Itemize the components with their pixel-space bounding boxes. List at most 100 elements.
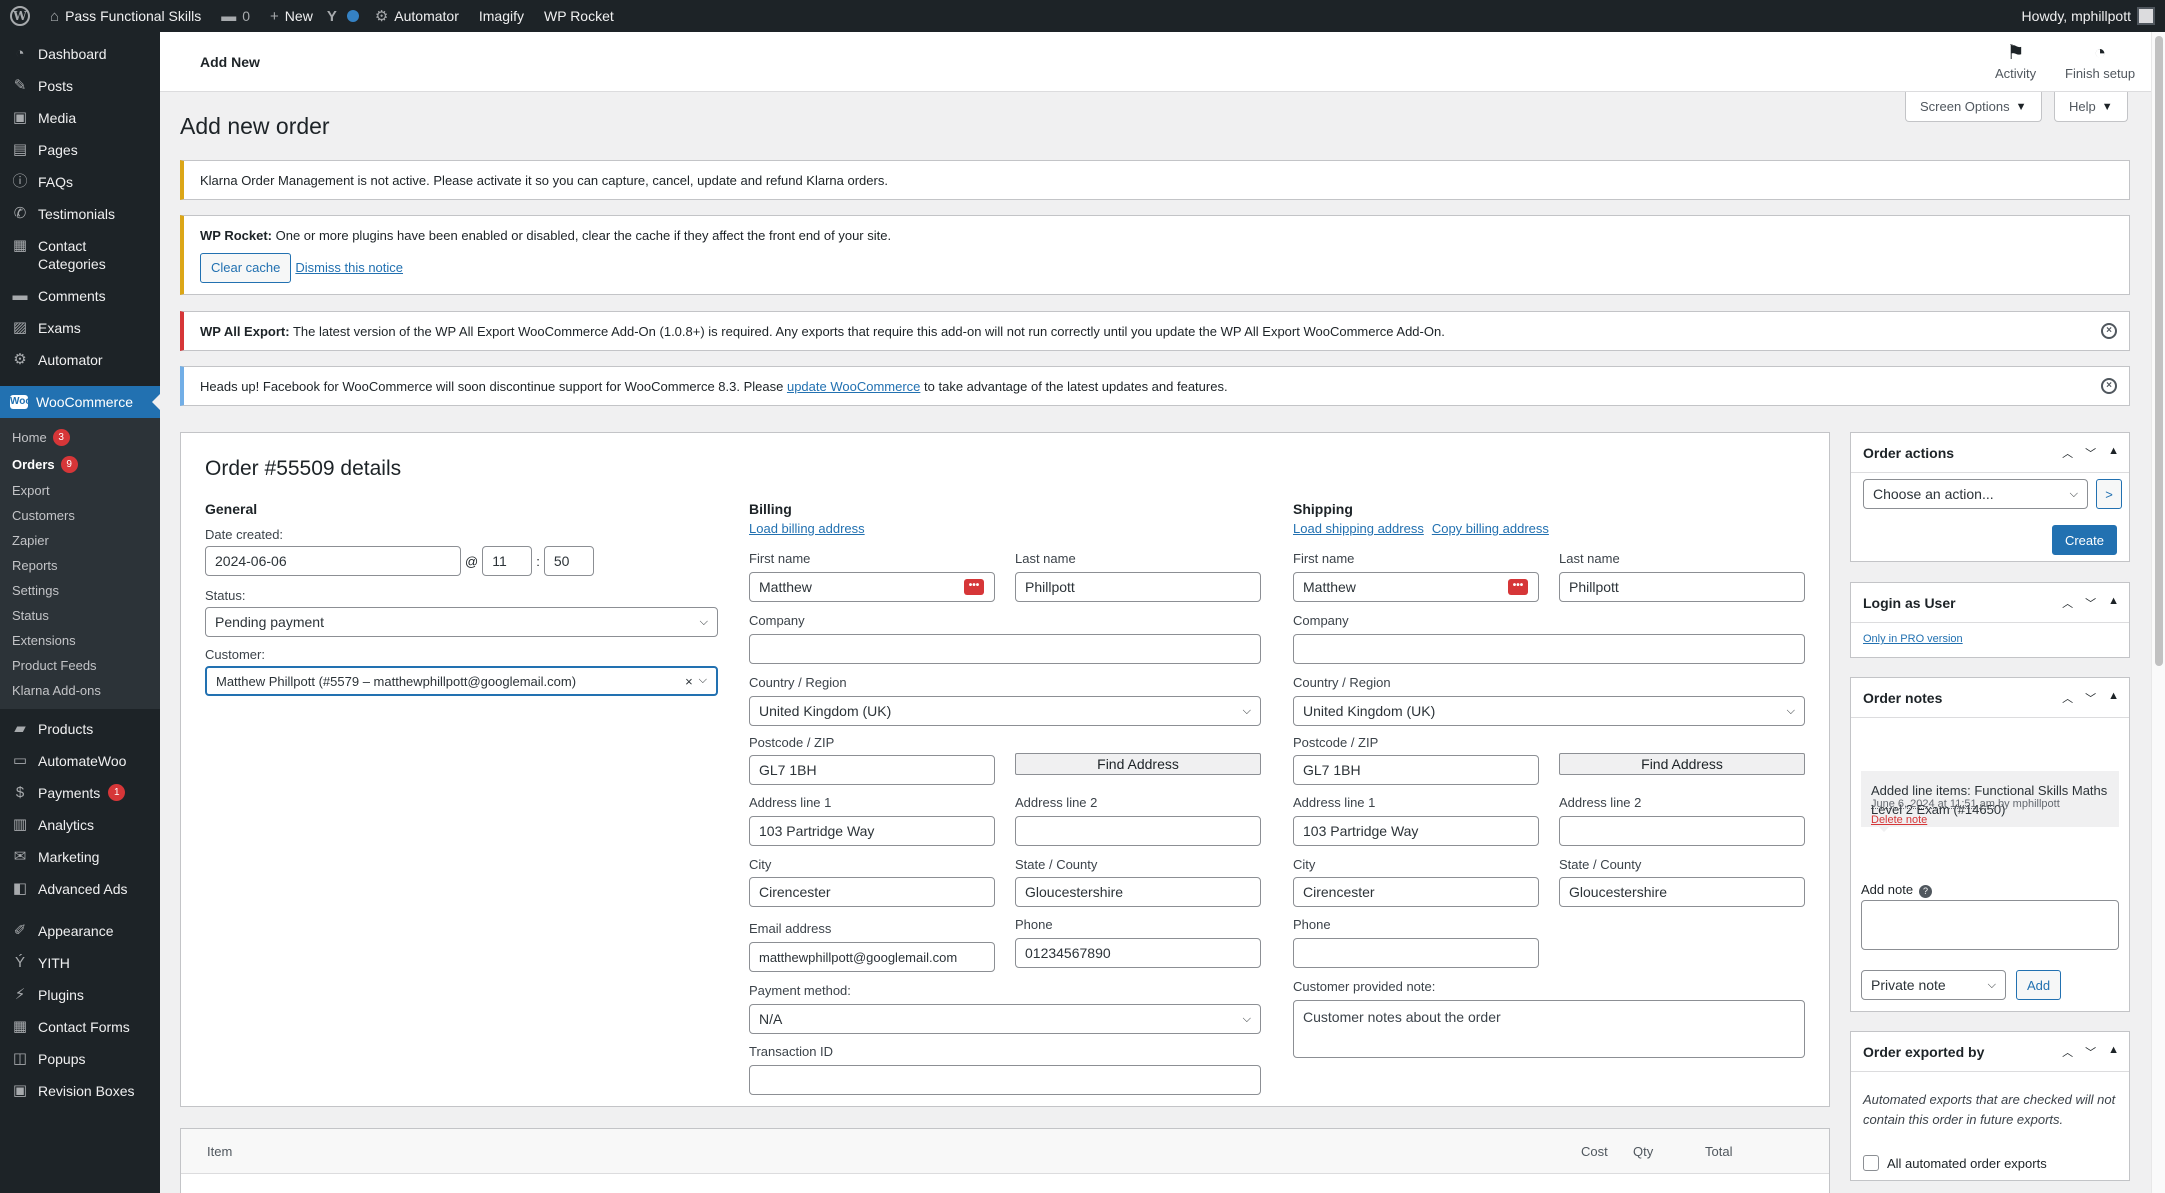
imagify-menu[interactable]: Imagify	[469, 0, 534, 32]
password-manager-icon[interactable]: •••	[964, 579, 984, 595]
submenu-item-extensions[interactable]: Extensions	[0, 628, 160, 653]
wp-logo-menu[interactable]: W	[0, 0, 40, 32]
sidebar-item-exams[interactable]: ▨ Exams	[0, 312, 160, 344]
pro-version-link[interactable]: Only in PRO version	[1863, 633, 1963, 645]
customer-note-textarea[interactable]: Customer notes about the order	[1293, 1000, 1805, 1058]
submenu-item-orders[interactable]: Orders 9	[0, 451, 160, 478]
hour-input[interactable]: 11	[482, 546, 533, 576]
sidebar-item-automatewoo[interactable]: ▭ AutomateWoo	[0, 745, 160, 777]
copy-billing-address-link[interactable]: Copy billing address	[1432, 521, 1549, 536]
order-action-select[interactable]: Choose an action... ⌵	[1863, 479, 2088, 509]
sidebar-item-popups[interactable]: ◫ Popups	[0, 1043, 160, 1075]
sidebar-item-marketing[interactable]: ✉ Marketing	[0, 841, 160, 873]
clear-cache-button[interactable]: Clear cache	[200, 252, 292, 283]
password-manager-icon[interactable]: •••	[1508, 579, 1528, 595]
sidebar-item-dashboard[interactable]: ◔ Dashboard	[0, 38, 160, 70]
submenu-item-export[interactable]: Export	[0, 478, 160, 503]
submenu-item-settings[interactable]: Settings	[0, 578, 160, 603]
move-up-icon[interactable]: ︿	[2062, 595, 2073, 611]
shipping-last-name-input[interactable]: Phillpott	[1559, 572, 1805, 602]
payment-method-select[interactable]: N/A ⌵	[749, 1004, 1261, 1034]
submenu-item-customers[interactable]: Customers	[0, 503, 160, 528]
sidebar-item-comments[interactable]: ▬ Comments	[0, 280, 160, 312]
submenu-item-status[interactable]: Status	[0, 603, 160, 628]
customer-select[interactable]: Matthew Phillpott (#5579 – matthewphillp…	[205, 666, 718, 696]
date-created-input[interactable]: 2024-06-06	[205, 546, 461, 576]
add-note-textarea[interactable]	[1861, 900, 2119, 950]
sidebar-item-products[interactable]: ▰ Products	[0, 713, 160, 745]
shipping-postcode-input[interactable]: GL7 1BH	[1293, 755, 1539, 785]
shipping-state-input[interactable]: Gloucestershire	[1559, 877, 1805, 907]
dismiss-notice-link[interactable]: Dismiss this notice	[295, 260, 403, 275]
scrollbar-thumb[interactable]	[2155, 36, 2163, 666]
submenu-item-zapier[interactable]: Zapier	[0, 528, 160, 553]
billing-address2-input[interactable]	[1015, 816, 1261, 846]
move-up-icon[interactable]: ︿	[2062, 690, 2073, 706]
sidebar-item-woocommerce[interactable]: Woo WooCommerce	[0, 386, 160, 418]
move-up-icon[interactable]: ︿	[2062, 1044, 2073, 1060]
apply-action-button[interactable]: >	[2096, 479, 2122, 509]
update-woocommerce-link[interactable]: update WooCommerce	[787, 379, 920, 394]
sidebar-item-yith[interactable]: Ý YITH	[0, 947, 160, 979]
load-shipping-address-link[interactable]: Load shipping address	[1293, 521, 1424, 536]
sidebar-item-payments[interactable]: $ Payments 1	[0, 777, 160, 809]
billing-company-input[interactable]	[749, 634, 1261, 664]
move-down-icon[interactable]: ﹀	[2085, 445, 2096, 461]
help-button[interactable]: Help ▼	[2054, 92, 2128, 122]
dismiss-icon[interactable]: ×	[2101, 378, 2117, 394]
billing-last-name-input[interactable]: Phillpott	[1015, 572, 1261, 602]
yoast-menu[interactable]: Y	[323, 0, 341, 32]
shipping-find-address-button[interactable]: Find Address	[1559, 753, 1805, 775]
billing-country-select[interactable]: United Kingdom (UK) ⌵	[749, 696, 1261, 726]
billing-email-input[interactable]: matthewphillpott@googlemail.com	[749, 942, 995, 972]
automator-menu[interactable]: ⚙ Automator	[365, 0, 469, 32]
sidebar-item-plugins[interactable]: ⚡ Plugins	[0, 979, 160, 1011]
load-billing-address-link[interactable]: Load billing address	[749, 521, 865, 536]
sidebar-item-contact-forms[interactable]: ▦ Contact Forms	[0, 1011, 160, 1043]
shipping-first-name-input[interactable]: Matthew •••	[1293, 572, 1539, 602]
billing-state-input[interactable]: Gloucestershire	[1015, 877, 1261, 907]
move-down-icon[interactable]: ﹀	[2085, 595, 2096, 611]
sidebar-item-media[interactable]: ▣ Media	[0, 102, 160, 134]
wp-rocket-menu[interactable]: WP Rocket	[534, 0, 624, 32]
status-select[interactable]: Pending payment ⌵	[205, 607, 718, 637]
finish-setup-button[interactable]: ◔ Finish setup	[2065, 42, 2135, 81]
shipping-city-input[interactable]: Cirencester	[1293, 877, 1539, 907]
billing-find-address-button[interactable]: Find Address	[1015, 753, 1261, 775]
submenu-item-reports[interactable]: Reports	[0, 553, 160, 578]
collapse-icon[interactable]: ▲	[2108, 690, 2119, 706]
new-content-menu[interactable]: + New	[260, 0, 323, 32]
billing-city-input[interactable]: Cirencester	[749, 877, 995, 907]
sidebar-item-advanced-ads[interactable]: ◧ Advanced Ads	[0, 873, 160, 905]
comments-link[interactable]: ▬ 0	[211, 0, 260, 32]
billing-postcode-input[interactable]: GL7 1BH	[749, 755, 995, 785]
collapse-icon[interactable]: ▲	[2108, 1044, 2119, 1060]
dismiss-icon[interactable]: ×	[2101, 323, 2117, 339]
shipping-phone-input[interactable]	[1293, 938, 1539, 968]
submenu-item-product-feeds[interactable]: Product Feeds	[0, 653, 160, 678]
collapse-icon[interactable]: ▲	[2108, 595, 2119, 611]
my-account-menu[interactable]: Howdy, mphillpott	[2012, 0, 2165, 32]
activity-button[interactable]: ⚑ Activity	[1995, 42, 2036, 81]
billing-address1-input[interactable]: 103 Partridge Way	[749, 816, 995, 846]
page-scrollbar[interactable]	[2151, 32, 2165, 1193]
transaction-id-input[interactable]	[749, 1065, 1261, 1095]
sidebar-item-automator[interactable]: ⚙ Automator	[0, 344, 160, 376]
billing-first-name-input[interactable]: Matthew •••	[749, 572, 995, 602]
shipping-address2-input[interactable]	[1559, 816, 1805, 846]
sidebar-item-analytics[interactable]: ▥ Analytics	[0, 809, 160, 841]
collapse-icon[interactable]: ▲	[2108, 445, 2119, 461]
move-down-icon[interactable]: ﹀	[2085, 690, 2096, 706]
move-down-icon[interactable]: ﹀	[2085, 1044, 2096, 1060]
create-button[interactable]: Create	[2051, 525, 2117, 555]
site-name-link[interactable]: ⌂ Pass Functional Skills	[40, 0, 211, 32]
minute-input[interactable]: 50	[543, 546, 594, 576]
add-note-button[interactable]: Add	[2016, 970, 2062, 1000]
shipping-country-select[interactable]: United Kingdom (UK) ⌵	[1293, 696, 1805, 726]
note-type-select[interactable]: Private note ⌵	[1861, 970, 2006, 1000]
billing-phone-input[interactable]: 01234567890	[1015, 938, 1261, 968]
delete-note-link[interactable]: Delete note	[1871, 814, 1927, 826]
submenu-item-klarna-add-ons[interactable]: Klarna Add-ons	[0, 678, 160, 703]
sidebar-item-revision-boxes[interactable]: ▣ Revision Boxes	[0, 1075, 160, 1107]
sidebar-item-testimonials[interactable]: ✆ Testimonials	[0, 198, 160, 230]
